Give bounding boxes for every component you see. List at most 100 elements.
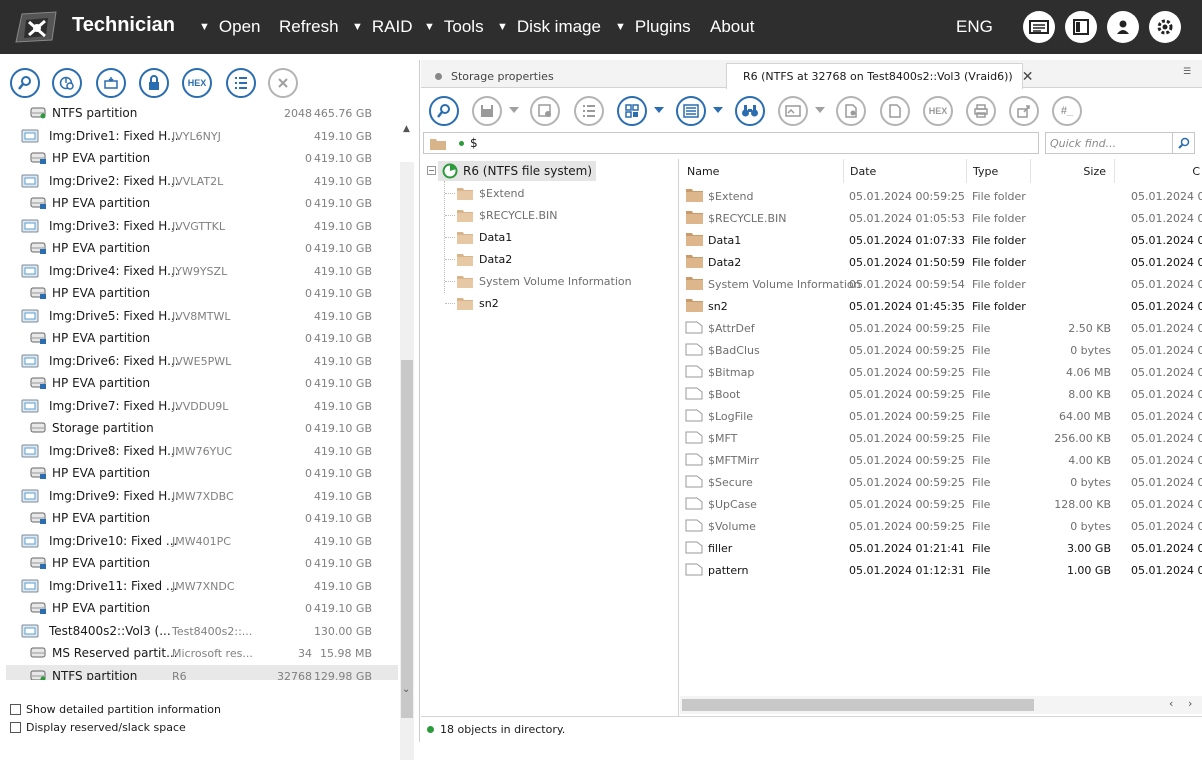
quick-find-field[interactable]: Quick find... (1045, 132, 1195, 154)
print-button[interactable] (966, 96, 996, 126)
scrollbar-thumb[interactable] (401, 360, 413, 718)
close-disk-button[interactable] (268, 68, 298, 98)
hex-view-button[interactable]: HEX (923, 96, 953, 126)
partition-row[interactable]: NTFS partition R6 32768 129.98 GB (6, 664, 398, 680)
open-disk-button[interactable] (10, 68, 40, 98)
partition-row[interactable]: MS Reserved partit... Microsoft res... 34 1… (6, 642, 398, 664)
scroll-down-icon[interactable]: ⌄ (402, 684, 410, 695)
file-row[interactable]: $BadClus 05.01.2024 00:59:25 File 0 bytes 05… (680, 339, 1202, 361)
save-dropdown-icon[interactable] (509, 107, 519, 113)
drive-row[interactable]: Img:Drive5: Fixed H... JVV8MTWL 419.10 GB (6, 305, 398, 327)
scrollbar-thumb[interactable] (682, 699, 1034, 711)
menu-plugins[interactable]: ▼ Plugins (615, 17, 691, 37)
column-size[interactable]: Size (1031, 159, 1115, 183)
file-row[interactable]: sn2 05.01.2024 01:45:35 File folder 05.01.2… (680, 295, 1202, 317)
column-name[interactable]: Name (680, 159, 844, 183)
menu-open[interactable]: ▼ Open (199, 17, 260, 37)
save-with-options-button[interactable] (530, 96, 560, 126)
menu-disk-image[interactable]: ▼ Disk image (497, 17, 601, 37)
details-view-dropdown-icon[interactable] (713, 107, 723, 113)
file-row[interactable]: Data2 05.01.2024 01:50:59 File folder 05.01… (680, 251, 1202, 273)
file-open-button[interactable] (880, 96, 910, 126)
partition-row[interactable]: HP EVA partition 0 419.10 GB (6, 372, 398, 394)
list-view-button[interactable] (226, 68, 256, 98)
tree-folder-node[interactable]: sn2 (457, 293, 499, 313)
drive-row[interactable]: Img:Drive7: Fixed H... JVVDDU9L 419.10 GB (6, 395, 398, 417)
file-list[interactable]: Name Date Type Size C $Extend 05.01.2024 … (680, 159, 1202, 716)
tree-folder-node[interactable]: Data1 (457, 227, 512, 247)
menu-about[interactable]: About (710, 17, 754, 37)
file-row[interactable]: $Secure 05.01.2024 00:59:25 File 0 bytes 05.… (680, 471, 1202, 493)
tab-file-system[interactable]: R6 (NTFS at 32768 on Test8400s2::Vol3 (V… (726, 63, 1033, 89)
file-row[interactable]: filler 05.01.2024 01:21:41 File 3.00 GB 05.0… (680, 537, 1202, 559)
column-date[interactable]: Date (844, 159, 967, 183)
drive-row[interactable]: Img:Drive10: Fixed ... JMW401PC 419.10 GB (6, 530, 398, 552)
file-row[interactable]: $RECYCLE.BIN 05.01.2024 01:05:53 File fold… (680, 207, 1202, 229)
partition-row[interactable]: HP EVA partition 0 419.10 GB (6, 597, 398, 619)
file-row[interactable]: $Bitmap 05.01.2024 00:59:25 File 4.06 MB 05.… (680, 361, 1202, 383)
tab-list-dropdown-icon[interactable]: ☰ (1183, 67, 1191, 77)
partition-row[interactable]: HP EVA partition 0 419.10 GB (6, 282, 398, 304)
create-image-button[interactable] (96, 68, 126, 98)
drive-row[interactable]: Img:Drive6: Fixed H... JVWE5PWL 419.10 GB (6, 350, 398, 372)
drive-row[interactable]: Img:Drive3: Fixed H... JVVGTTKL 419.10 GB (6, 215, 398, 237)
partition-row[interactable]: HP EVA partition 0 419.10 GB (6, 147, 398, 169)
hex-viewer-button[interactable]: HEX (182, 68, 212, 98)
detailed-partition-option[interactable]: Show detailed partition information (10, 703, 221, 716)
save-button[interactable] (472, 96, 502, 126)
drive-list-scrollbar[interactable]: ▲ (400, 124, 414, 760)
menu-tools[interactable]: ▼ Tools (424, 17, 484, 37)
file-row[interactable]: $Extend 05.01.2024 00:59:25 File folder 05.… (680, 185, 1202, 207)
preview-button[interactable] (778, 96, 808, 126)
file-list-hscrollbar[interactable]: ‹ › (680, 696, 1202, 714)
folder-tree[interactable]: − R6 (NTFS file system) $Extend $RECYCLE.… (421, 159, 679, 716)
file-row[interactable]: $AttrDef 05.01.2024 00:59:25 File 2.50 KB 05… (680, 317, 1202, 339)
checkbox[interactable] (10, 722, 21, 733)
tab-storage-properties[interactable]: Storage properties (429, 63, 725, 89)
select-list-button[interactable] (574, 96, 604, 126)
scroll-left-icon[interactable]: ‹ (1169, 697, 1173, 710)
scroll-up-icon[interactable]: ▲ (403, 124, 410, 134)
partition-row[interactable]: HP EVA partition 0 419.10 GB (6, 237, 398, 259)
user-account-icon[interactable] (1107, 11, 1139, 43)
menu-refresh[interactable]: Refresh (279, 17, 339, 37)
file-row[interactable]: $Boot 05.01.2024 00:59:25 File 8.00 KB 05.01… (680, 383, 1202, 405)
path-bar[interactable]: $ (423, 132, 1039, 154)
drive-row[interactable]: Img:Drive2: Fixed H... JVVLAT2L 419.10 GB (6, 170, 398, 192)
partition-row[interactable]: HP EVA partition 0 419.10 GB (6, 552, 398, 574)
tree-folder-node[interactable]: $Extend (457, 183, 525, 203)
file-row[interactable]: $MFT 05.01.2024 00:59:25 File 256.00 KB 05.0… (680, 427, 1202, 449)
file-row[interactable]: pattern 05.01.2024 01:12:31 File 1.00 GB 05.… (680, 559, 1202, 581)
drive-row[interactable]: Img:Drive9: Fixed H... JMW7XDBC 419.10 GB (6, 485, 398, 507)
column-created[interactable]: C (1115, 159, 1202, 183)
language-selector[interactable]: ENG (956, 17, 993, 37)
column-type[interactable]: Type (967, 159, 1031, 183)
find-button[interactable] (429, 96, 459, 126)
tree-folder-node[interactable]: Data2 (457, 249, 512, 269)
panel-layout-icon[interactable] (1065, 11, 1097, 43)
tab-close-icon[interactable]: ✕ (1022, 69, 1034, 85)
partition-row[interactable]: Storage partition 0 419.10 GB (6, 417, 398, 439)
file-row[interactable]: $UpCase 05.01.2024 00:59:25 File 128.00 KB 0… (680, 493, 1202, 515)
scan-button[interactable] (52, 68, 82, 98)
quick-find-search-icon[interactable] (1172, 133, 1194, 153)
drive-row[interactable]: Img:Drive8: Fixed H... JMW76YUC 419.10 GB (6, 440, 398, 462)
file-properties-button[interactable] (836, 96, 866, 126)
settings-gear-icon[interactable] (1149, 11, 1181, 43)
view-mode-dropdown-icon[interactable] (654, 107, 664, 113)
file-row[interactable]: $LogFile 05.01.2024 00:59:25 File 64.00 MB 0… (680, 405, 1202, 427)
file-row[interactable]: System Volume Information 05.01.2024 00:5… (680, 273, 1202, 295)
file-row[interactable]: Data1 05.01.2024 01:07:33 File folder 05.01… (680, 229, 1202, 251)
tree-root-node[interactable]: R6 (NTFS file system) (438, 161, 597, 181)
drive-list[interactable]: NTFS partition 2048 465.76 GB Img:Drive1: F… (6, 102, 398, 680)
partition-row[interactable]: HP EVA partition 0 419.10 GB (6, 192, 398, 214)
drive-row[interactable]: Img:Drive4: Fixed H... JYW9YSZL 419.10 GB (6, 260, 398, 282)
hash-button[interactable]: #_ (1052, 96, 1082, 126)
tree-collapse-icon[interactable]: − (427, 166, 436, 175)
file-row[interactable]: $MFTMirr 05.01.2024 00:59:25 File 4.00 KB 05… (680, 449, 1202, 471)
tree-folder-node[interactable]: $RECYCLE.BIN (457, 205, 557, 225)
view-mode-button[interactable] (617, 96, 647, 126)
scroll-right-icon[interactable]: › (1188, 697, 1192, 710)
tree-folder-node[interactable]: System Volume Information (457, 271, 632, 291)
partition-row[interactable]: HP EVA partition 0 419.10 GB (6, 507, 398, 529)
